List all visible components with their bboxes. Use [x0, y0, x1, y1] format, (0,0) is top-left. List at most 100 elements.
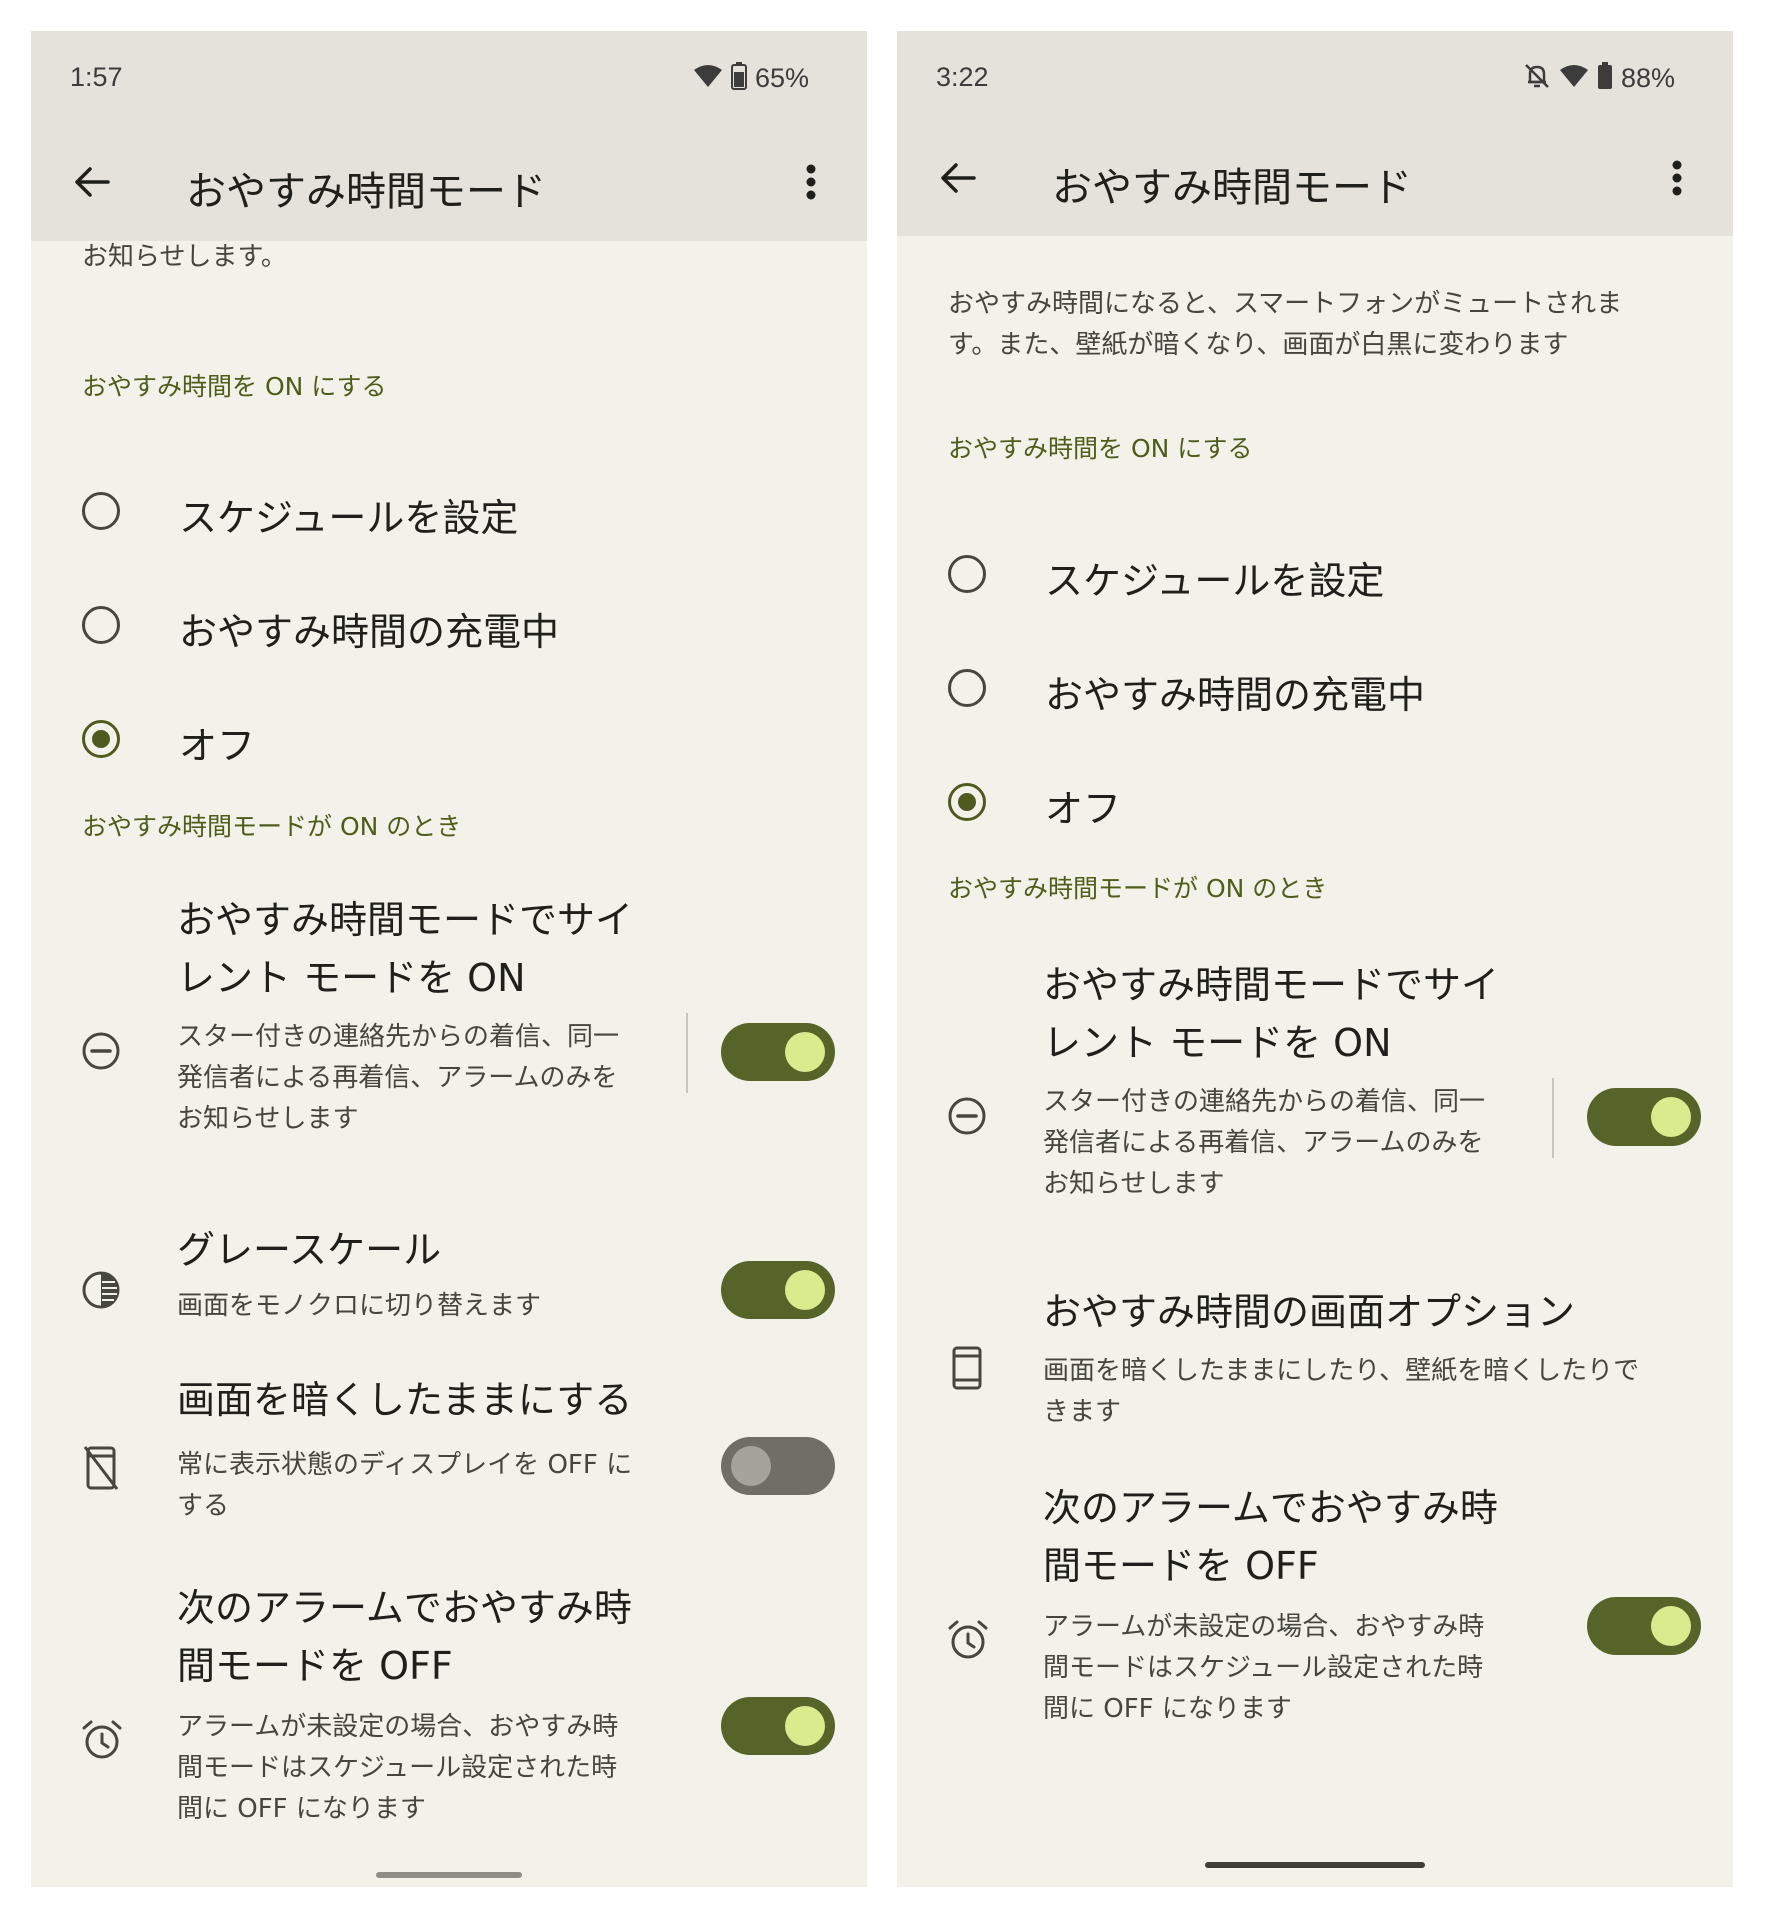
setting-title: 画面を暗くしたままにする	[177, 1378, 633, 1422]
grayscale-toggle[interactable]	[721, 1261, 835, 1319]
description-line: アラームが未設定の場合、おやすみ時	[1043, 1612, 1485, 1642]
status-icons: 88%	[1523, 62, 1675, 94]
alarm-icon	[947, 1619, 989, 1665]
radio-label: おやすみ時間の充電中	[1045, 673, 1426, 717]
do-not-disturb-icon	[947, 1096, 987, 1140]
radio-button[interactable]	[82, 606, 120, 644]
settings-screen-right: 3:22 88% おやすみ時間モード おやすみ時間になると、スマートフォンがミュ…	[897, 31, 1733, 1887]
wifi-icon	[1559, 64, 1589, 92]
status-time: 1:57	[70, 62, 123, 92]
gesture-bar[interactable]	[376, 1872, 522, 1878]
setting-description: スター付きの連絡先からの着信、同一 発信者による再着信、アラームのみを お知らせ…	[177, 1017, 677, 1140]
page-title: おやすみ時間モード	[186, 169, 546, 215]
alarm-off-toggle[interactable]	[1587, 1597, 1701, 1655]
radio-button[interactable]	[82, 492, 120, 530]
radio-option-charging[interactable]: おやすみ時間の充電中	[897, 640, 1733, 736]
setting-keep-screen-dark[interactable]: 画面を暗くしたままにする 常に表示状態のディスプレイを OFF に する	[31, 1371, 867, 1551]
setting-grayscale[interactable]: グレースケール 画面をモノクロに切り替えます	[31, 1221, 867, 1351]
back-button[interactable]	[933, 155, 983, 205]
more-options-button[interactable]	[1657, 155, 1697, 205]
setting-description: 画面を暗くしたままにしたり、壁紙を暗くしたりで きます	[1043, 1351, 1703, 1433]
description-line: 画面を暗くしたままにしたり、壁紙を暗くしたりで	[1043, 1356, 1640, 1386]
alarm-icon	[81, 1719, 123, 1765]
back-button[interactable]	[67, 159, 117, 209]
intro-text: おやすみ時間になると、スマートフォンがミュートされま す。また、壁紙が暗くなり、…	[948, 284, 1708, 366]
status-time: 3:22	[936, 62, 989, 92]
divider	[1552, 1078, 1554, 1158]
setting-title: グレースケール	[177, 1228, 442, 1272]
radio-label: スケジュールを設定	[179, 496, 519, 540]
section-header-when-on: おやすみ時間モードが ON のとき	[948, 874, 1328, 903]
contrast-icon	[81, 1270, 121, 1314]
setting-title: おやすみ時間の画面オプション	[1043, 1290, 1576, 1334]
arrow-back-icon	[940, 162, 976, 198]
title-line: 次のアラームでおやすみ時	[1043, 1486, 1498, 1530]
screen-off-icon	[83, 1445, 119, 1495]
radio-option-schedule[interactable]: スケジュールを設定	[897, 526, 1733, 622]
radio-option-off[interactable]: オフ	[897, 754, 1733, 850]
setting-dnd[interactable]: おやすみ時間モードでサイ レント モードを ON スター付きの連絡先からの着信、…	[897, 956, 1733, 1246]
intro-text-fragment: お知らせします。	[82, 242, 287, 272]
radio-label: オフ	[1045, 787, 1122, 831]
wifi-icon	[693, 64, 723, 92]
radio-option-off[interactable]: オフ	[31, 691, 867, 787]
description-line: アラームが未設定の場合、おやすみ時	[177, 1712, 619, 1742]
setting-alarm-off[interactable]: 次のアラームでおやすみ時 間モードを OFF アラームが未設定の場合、おやすみ時…	[897, 1479, 1733, 1769]
section-header-schedule: おやすみ時間を ON にする	[82, 372, 387, 401]
description-line: 間モードはスケジュール設定された時	[177, 1753, 618, 1783]
setting-description: アラームが未設定の場合、おやすみ時 間モードはスケジュール設定された時 間に O…	[1043, 1607, 1543, 1730]
description-line: 間に OFF になります	[177, 1794, 426, 1824]
setting-description: 画面をモノクロに切り替えます	[177, 1291, 542, 1321]
divider	[686, 1013, 688, 1093]
settings-screen-left: 1:57 65% おやすみ時間モード お知らせします。 おやすみ時間を ON に…	[31, 31, 867, 1887]
alarm-off-toggle[interactable]	[721, 1697, 835, 1755]
description-line: 常に表示状態のディスプレイを OFF に	[177, 1450, 633, 1480]
keep-dark-toggle[interactable]	[721, 1437, 835, 1495]
section-header-schedule: おやすみ時間を ON にする	[948, 434, 1253, 463]
section-header-when-on: おやすみ時間モードが ON のとき	[82, 812, 462, 841]
dnd-toggle[interactable]	[1587, 1088, 1701, 1146]
gesture-bar[interactable]	[1205, 1862, 1425, 1868]
setting-screen-options[interactable]: おやすみ時間の画面オプション 画面を暗くしたままにしたり、壁紙を暗くしたりで き…	[897, 1283, 1733, 1433]
radio-button[interactable]	[948, 555, 986, 593]
description-line: する	[177, 1491, 230, 1521]
setting-title: 次のアラームでおやすみ時 間モードを OFF	[177, 1579, 677, 1695]
description-line: お知らせします	[1043, 1169, 1225, 1199]
radio-option-charging[interactable]: おやすみ時間の充電中	[31, 577, 867, 673]
more-options-button[interactable]	[791, 159, 831, 209]
battery-icon	[730, 62, 747, 94]
title-line: レント モードを ON	[177, 956, 526, 1000]
setting-title: おやすみ時間モードでサイ レント モードを ON	[177, 891, 677, 1007]
title-line: 次のアラームでおやすみ時	[177, 1586, 632, 1630]
do-not-disturb-icon	[81, 1031, 121, 1075]
notifications-off-icon	[1523, 62, 1551, 94]
battery-percent: 88%	[1620, 62, 1675, 93]
radio-option-schedule[interactable]: スケジュールを設定	[31, 463, 867, 559]
setting-dnd[interactable]: おやすみ時間モードでサイ レント モードを ON スター付きの連絡先からの着信、…	[31, 891, 867, 1181]
radio-button[interactable]	[948, 669, 986, 707]
battery-percent: 65%	[754, 62, 809, 93]
radio-label: オフ	[179, 724, 256, 768]
setting-title: 次のアラームでおやすみ時 間モードを OFF	[1043, 1479, 1543, 1595]
setting-alarm-off[interactable]: 次のアラームでおやすみ時 間モードを OFF アラームが未設定の場合、おやすみ時…	[31, 1579, 867, 1869]
dnd-toggle[interactable]	[721, 1023, 835, 1081]
radio-button-selected[interactable]	[82, 720, 120, 758]
phone-screen-icon	[951, 1345, 983, 1395]
radio-button-selected[interactable]	[948, 783, 986, 821]
title-line: 間モードを OFF	[177, 1644, 453, 1688]
app-bar: 3:22 88% おやすみ時間モード	[897, 31, 1733, 236]
app-bar: 1:57 65% おやすみ時間モード	[31, 31, 867, 241]
title-line: 間モードを OFF	[1043, 1544, 1319, 1588]
description-line: 間に OFF になります	[1043, 1694, 1292, 1724]
setting-description: アラームが未設定の場合、おやすみ時 間モードはスケジュール設定された時 間に O…	[177, 1707, 677, 1830]
battery-icon	[1597, 62, 1613, 94]
title-line: レント モードを ON	[1043, 1021, 1392, 1065]
setting-description: 常に表示状態のディスプレイを OFF に する	[177, 1445, 697, 1527]
description-line: スター付きの連絡先からの着信、同一	[1043, 1087, 1486, 1117]
setting-title: おやすみ時間モードでサイ レント モードを ON	[1043, 956, 1543, 1072]
description-line: 間モードはスケジュール設定された時	[1043, 1653, 1484, 1683]
title-line: おやすみ時間モードでサイ	[1043, 963, 1500, 1007]
description-line: きます	[1043, 1397, 1122, 1427]
radio-label: おやすみ時間の充電中	[179, 610, 560, 654]
page-title: おやすみ時間モード	[1052, 165, 1412, 211]
